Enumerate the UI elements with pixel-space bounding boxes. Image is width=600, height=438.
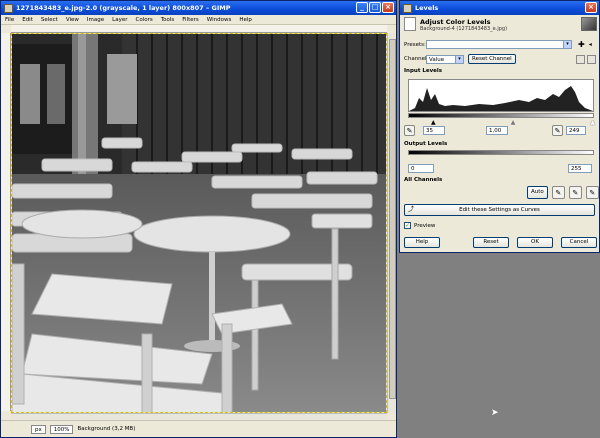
input-levels-label: Input Levels	[404, 68, 443, 74]
levels-dialog: Levels × Adjust Color Levels Background-…	[399, 0, 600, 253]
preview-checkbox[interactable]: ✓	[404, 222, 411, 229]
linear-histogram-icon[interactable]	[575, 54, 585, 64]
output-gradient-bar	[408, 150, 594, 155]
close-button[interactable]: ×	[382, 2, 394, 13]
edit-as-curves-label: Edit these Settings as Curves	[459, 207, 540, 213]
input-gamma-field[interactable]: 1,00	[486, 126, 508, 135]
gimp-menubar: File Edit Select View Image Layer Colors…	[1, 15, 396, 25]
presets-label: Presets:	[404, 41, 426, 48]
vertical-ruler[interactable]	[1, 33, 11, 411]
curves-icon: ⤴	[408, 206, 415, 213]
menu-edit[interactable]: Edit	[22, 17, 33, 23]
auto-button[interactable]: Auto	[527, 186, 548, 199]
menu-tools[interactable]: Tools	[161, 17, 175, 23]
minimize-button[interactable]: _	[356, 2, 368, 13]
gimp-window-title: 1271843483_e.jpg-2.0 (grayscale, 1 layer…	[16, 4, 231, 12]
layer-thumbnail	[581, 17, 597, 31]
menu-layer[interactable]: Layer	[112, 17, 127, 23]
input-gradient-bar	[408, 113, 594, 118]
all-channels-row: Auto ✎ ✎ ✎	[527, 186, 599, 199]
canvas-area	[1, 25, 396, 420]
reset-channel-button[interactable]: Reset Channel	[468, 54, 516, 64]
all-channels-label: All Channels	[404, 177, 443, 183]
pick-white-icon[interactable]: ✎	[585, 186, 599, 199]
menu-help[interactable]: Help	[239, 17, 252, 23]
levels-window-title: Levels	[415, 4, 439, 12]
input-high-field[interactable]: 249	[566, 126, 586, 135]
presets-combo[interactable]: ▾	[426, 40, 572, 49]
histogram-graph	[409, 86, 593, 111]
cafe-chairs-photo	[12, 34, 386, 412]
vertical-scroll-thumb[interactable]	[389, 39, 396, 399]
menu-file[interactable]: File	[5, 17, 14, 23]
horizontal-scrollbar[interactable]	[11, 413, 387, 420]
vertical-scrollbar[interactable]	[387, 33, 396, 413]
output-high-field[interactable]: 255	[568, 164, 592, 173]
levels-tool-icon	[404, 17, 416, 31]
chevron-down-icon: ▾	[563, 41, 571, 48]
dialog-buttons-row: Help Reset OK Cancel	[404, 237, 597, 248]
edit-curves-row: ⤴ Edit these Settings as Curves	[404, 204, 595, 216]
maximize-button[interactable]: □	[369, 2, 381, 13]
reset-button[interactable]: Reset	[473, 237, 509, 248]
levels-app-icon	[403, 3, 412, 13]
unit-selector[interactable]: px	[31, 424, 46, 434]
layer-info-text: Background (3,2 MB)	[77, 426, 136, 432]
menu-windows[interactable]: Windows	[207, 17, 232, 23]
output-values-row: 0 255	[404, 164, 597, 173]
channel-row: Channel: Value ▾ Reset Channel	[404, 54, 596, 64]
presets-row: Presets: ▾ ✚ ◂	[404, 40, 592, 49]
pick-gray-icon[interactable]: ✎	[568, 186, 582, 199]
preset-menu-icon[interactable]: ◂	[589, 41, 592, 48]
input-histogram[interactable]	[408, 79, 594, 112]
horizontal-ruler[interactable]	[11, 25, 387, 33]
levels-titlebar[interactable]: Levels ×	[400, 1, 599, 15]
add-preset-icon[interactable]: ✚	[578, 40, 585, 49]
input-values-row: ✎ 35 1,00 ✎ 249	[404, 125, 597, 136]
gimp-titlebar[interactable]: 1271843483_e.jpg-2.0 (grayscale, 1 layer…	[1, 1, 396, 15]
chevron-down-icon: ▾	[455, 55, 463, 63]
menu-filters[interactable]: Filters	[182, 17, 199, 23]
levels-heading: Adjust Color Levels	[420, 18, 491, 26]
output-low-field[interactable]: 0	[408, 164, 434, 173]
ok-button[interactable]: OK	[517, 237, 553, 248]
gimp-app-icon	[4, 3, 13, 13]
channel-value: Value	[429, 56, 445, 63]
channel-label: Channel:	[404, 56, 429, 62]
menu-view[interactable]: View	[66, 17, 79, 23]
ruler-corner[interactable]	[1, 25, 11, 33]
levels-header: Adjust Color Levels Background-4 (127184…	[404, 17, 597, 35]
levels-subheading: Background-4 (1271843483_e.jpg)	[420, 26, 508, 32]
menu-select[interactable]: Select	[41, 17, 58, 23]
help-button[interactable]: Help	[404, 237, 440, 248]
mouse-cursor-icon: ➤	[491, 408, 499, 418]
menu-colors[interactable]: Colors	[135, 17, 152, 23]
edit-as-curves-button[interactable]: ⤴ Edit these Settings as Curves	[404, 204, 595, 216]
levels-close-button[interactable]: ×	[585, 2, 597, 13]
white-eyedropper-icon[interactable]: ✎	[552, 125, 563, 136]
zoom-selector[interactable]: 100%	[49, 424, 74, 434]
log-histogram-icon[interactable]	[586, 54, 596, 64]
channel-combo[interactable]: Value ▾	[426, 54, 464, 64]
gimp-statusbar: px 100% Background (3,2 MB)	[1, 420, 396, 437]
black-eyedropper-icon[interactable]: ✎	[404, 125, 415, 136]
image-canvas[interactable]	[11, 33, 387, 413]
menu-image[interactable]: Image	[87, 17, 104, 23]
pick-black-icon[interactable]: ✎	[551, 186, 565, 199]
input-low-field[interactable]: 35	[423, 126, 445, 135]
output-levels-label: Output Levels	[404, 141, 448, 147]
cancel-button[interactable]: Cancel	[561, 237, 597, 248]
preview-row: ✓ Preview	[404, 222, 435, 229]
preview-label: Preview	[414, 222, 436, 229]
gimp-image-window: 1271843483_e.jpg-2.0 (grayscale, 1 layer…	[0, 0, 397, 438]
